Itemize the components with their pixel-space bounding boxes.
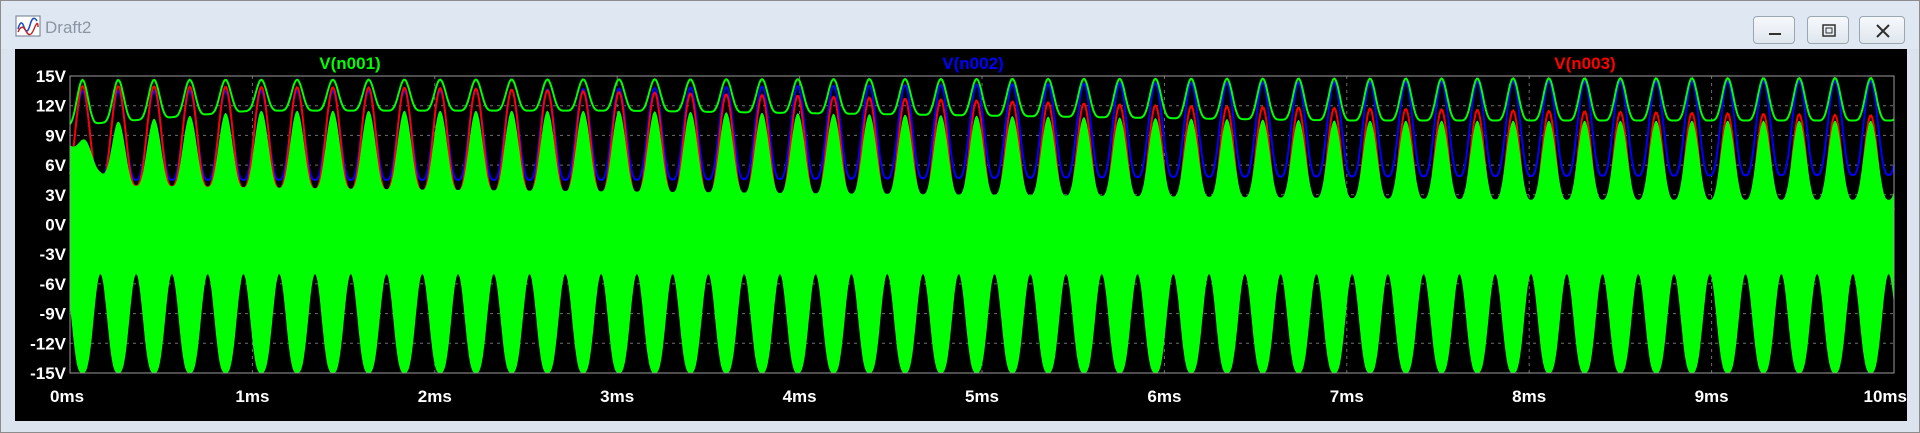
minimize-button[interactable] xyxy=(1753,16,1795,44)
y-tick-label: 15V xyxy=(36,67,67,86)
y-tick-label: -9V xyxy=(40,305,67,324)
x-tick-label: 2ms xyxy=(418,387,452,406)
waveforms xyxy=(69,76,1895,373)
y-tick-label: 9V xyxy=(45,126,66,145)
x-tick-label: 6ms xyxy=(1147,387,1181,406)
legend-entry[interactable]: V(n003) xyxy=(1554,54,1615,73)
legend-entry[interactable]: V(n002) xyxy=(942,54,1003,73)
x-tick-label: 8ms xyxy=(1512,387,1546,406)
x-tick-label: 9ms xyxy=(1695,387,1729,406)
y-tick-label: -6V xyxy=(40,275,67,294)
waveform-chart: 15V 12V 9V 6V 3V 0V -3V -6V -9V -12V -15V 0ms 1ms 2m… xyxy=(30,54,1907,406)
x-axis-ticks: 0ms 1ms 2ms 3ms 4ms 5ms 6ms 7ms 8ms 9ms 10ms xyxy=(50,387,1907,406)
minimize-icon xyxy=(1769,33,1781,35)
title-bar: Draft2 xyxy=(1,1,1919,49)
x-tick-label: 5ms xyxy=(965,387,999,406)
y-tick-label: -15V xyxy=(30,364,67,383)
y-tick-label: -3V xyxy=(40,245,67,264)
plot-pane[interactable]: 15V 12V 9V 6V 3V 0V -3V -6V -9V -12V -15V 0ms 1ms 2m… xyxy=(15,49,1907,421)
x-tick-label: 3ms xyxy=(600,387,634,406)
trace-v-n001-band xyxy=(70,110,1894,373)
x-tick-label: 10ms xyxy=(1864,387,1907,406)
x-tick-label: 4ms xyxy=(783,387,817,406)
legend-entry[interactable]: V(n001) xyxy=(319,54,380,73)
y-tick-label: 0V xyxy=(45,216,66,235)
y-axis-ticks: 15V 12V 9V 6V 3V 0V -3V -6V -9V -12V -15V xyxy=(30,67,67,383)
restore-button[interactable] xyxy=(1807,16,1849,44)
x-tick-label: 0ms xyxy=(50,387,84,406)
waveform-app-icon xyxy=(15,15,41,37)
y-tick-label: 3V xyxy=(45,186,66,205)
waveform-window: Draft2 15V 12V 9V 6V 3V 0V -3V -6V -9V -12V -15V 0… xyxy=(0,0,1920,433)
window-title: Draft2 xyxy=(45,18,92,37)
y-tick-label: -12V xyxy=(30,334,67,353)
x-tick-label: 1ms xyxy=(235,387,269,406)
restore-icon xyxy=(1822,24,1836,37)
x-tick-label: 7ms xyxy=(1330,387,1364,406)
close-icon xyxy=(1876,24,1890,38)
y-tick-label: 6V xyxy=(45,156,66,175)
legend: V(n001) V(n002) V(n003) xyxy=(319,54,1615,73)
close-button[interactable] xyxy=(1859,16,1905,44)
y-tick-label: 12V xyxy=(36,97,67,116)
